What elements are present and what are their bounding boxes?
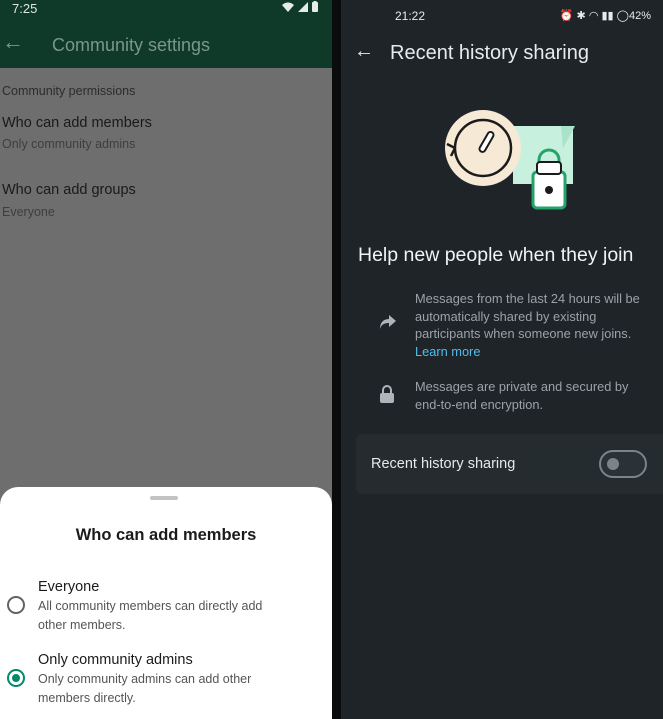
info-auto-share-text: Messages from the last 24 hours will be …: [415, 290, 647, 360]
signal-icon: ▮▮: [601, 10, 614, 22]
status-icons: [281, 1, 318, 15]
bluetooth-icon: ✱: [576, 10, 586, 22]
info-encryption-text: Messages are private and secured by end-…: [415, 379, 629, 412]
radio-everyone[interactable]: [7, 596, 25, 614]
back-arrow-icon[interactable]: ←: [354, 40, 374, 63]
bottom-sheet: Who can add members Everyone All communi…: [0, 487, 332, 719]
lock-icon: [380, 385, 394, 403]
sheet-title: Who can add members: [75, 526, 257, 544]
option-only-admins-title[interactable]: Only community admins: [38, 652, 193, 668]
option-only-admins-desc: Only community admins can add other memb…: [38, 672, 252, 705]
wifi-icon: ◠: [588, 10, 599, 22]
recent-history-sharing-setting[interactable]: Recent history sharing: [356, 434, 663, 494]
row-who-can-add-groups-title[interactable]: Who can add groups: [2, 182, 136, 198]
recent-history-sharing-screen: 21:22 ⏰ ✱ ◠ ▮▮ ◯42% ← Recent history sha…: [341, 0, 663, 719]
wifi-icon: [281, 2, 294, 12]
forward-arrow-icon: [380, 315, 396, 329]
page-title: Community settings: [52, 35, 211, 55]
community-settings-screen: 7:25 ← Community settings Community perm…: [0, 0, 332, 719]
battery-icon: ◯: [616, 10, 629, 22]
app-bar: ← Community settings: [0, 18, 332, 68]
battery-icon: [312, 1, 318, 12]
history-sharing-illustration-icon: [445, 110, 575, 210]
row-who-can-add-groups-value: Everyone: [2, 205, 55, 219]
recent-history-sharing-toggle[interactable]: [599, 450, 647, 478]
toggle-knob: [607, 458, 619, 470]
option-everyone-desc: All community members can directly add o…: [38, 599, 263, 632]
status-bar: 7:25: [0, 0, 332, 18]
status-time: 21:22: [395, 9, 426, 23]
page-title: Recent history sharing: [390, 42, 589, 64]
sheet-drag-handle[interactable]: [150, 496, 178, 500]
row-who-can-add-members-title[interactable]: Who can add members: [2, 115, 152, 131]
status-time: 7:25: [12, 1, 38, 16]
radio-only-admins[interactable]: [7, 669, 25, 687]
back-arrow-icon[interactable]: ←: [2, 29, 24, 55]
panel-divider: [332, 0, 341, 719]
toggle-label: Recent history sharing: [371, 456, 516, 472]
battery-level: 42%: [628, 10, 651, 22]
learn-more-link[interactable]: Learn more: [415, 344, 480, 359]
page-heading: Help new people when they join: [358, 244, 634, 266]
option-everyone-title[interactable]: Everyone: [38, 579, 99, 595]
alarm-icon: ⏰: [559, 10, 574, 22]
row-who-can-add-members-value: Only community admins: [2, 137, 136, 151]
status-icons: ⏰ ✱ ◠ ▮▮ ◯42%: [560, 9, 651, 22]
section-label: Community permissions: [2, 84, 136, 98]
signal-icon: [297, 2, 308, 12]
info-auto-share-body: Messages from the last 24 hours will be …: [415, 291, 640, 341]
